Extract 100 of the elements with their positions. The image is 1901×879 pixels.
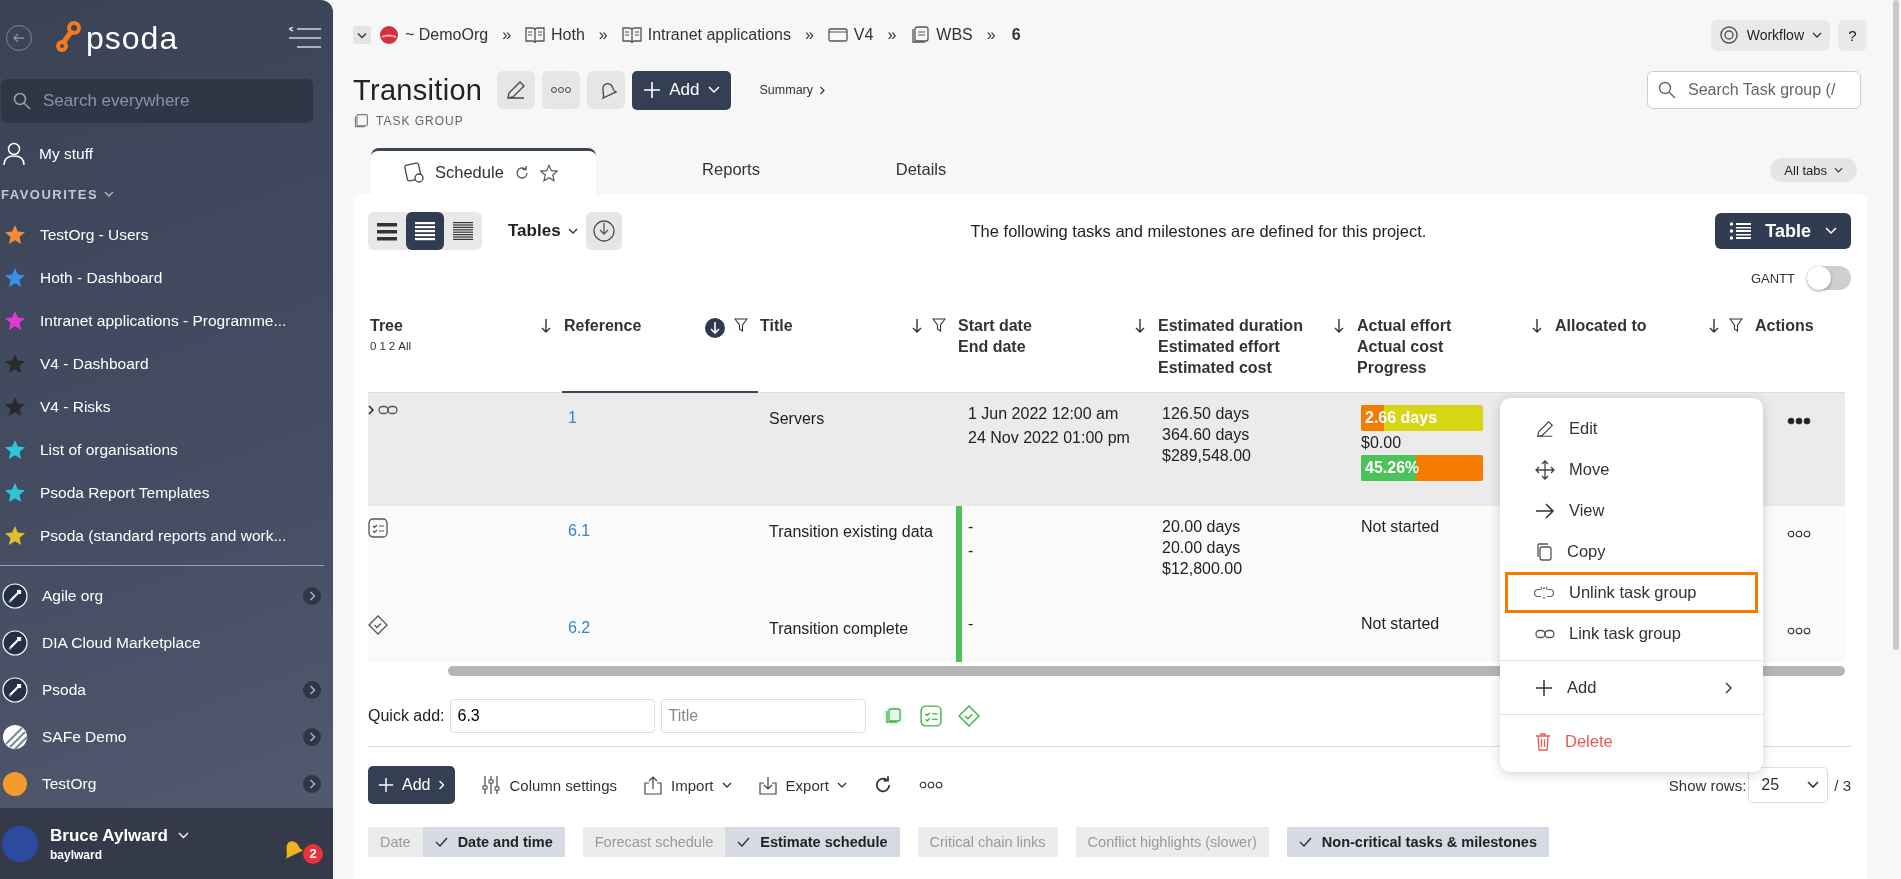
more-icon[interactable] — [1787, 417, 1811, 425]
notify-button[interactable] — [587, 71, 626, 109]
column-header[interactable]: Estimated cost — [1158, 359, 1303, 377]
breadcrumb-link[interactable]: ~ DemoOrg — [405, 26, 489, 44]
search-field[interactable]: Search everywhere — [41, 90, 285, 112]
filter-icon[interactable] — [932, 318, 946, 332]
favourite-link[interactable]: V4 - Risks — [40, 397, 111, 416]
more-button[interactable] — [542, 71, 581, 109]
filter-icon[interactable] — [734, 318, 748, 332]
option-toggle[interactable]: Estimate schedule — [725, 827, 900, 857]
download-button[interactable] — [585, 212, 622, 250]
tree-level-link[interactable]: 1 — [379, 340, 386, 352]
tree-level-link[interactable]: 0 — [370, 340, 377, 352]
download-icon — [757, 775, 778, 795]
menu-item[interactable]: Edit — [1505, 408, 1758, 449]
sort-icon[interactable] — [705, 318, 725, 338]
menu-icon[interactable] — [289, 27, 321, 49]
tab[interactable]: Schedule — [371, 148, 596, 194]
lines-icon — [414, 221, 436, 241]
edit-button[interactable] — [497, 71, 536, 109]
column-header[interactable]: Title — [760, 317, 793, 335]
organisation-link[interactable]: DIA Cloud Marketplace — [42, 633, 201, 652]
column-header[interactable]: End date — [958, 338, 1032, 356]
gantt-toggle[interactable] — [1807, 266, 1851, 290]
menu-item[interactable]: Link task group — [1505, 613, 1758, 654]
tab[interactable]: Details — [826, 148, 1016, 190]
add-button[interactable]: Add — [368, 766, 456, 804]
dropdown-icon[interactable] — [353, 26, 371, 44]
milestone-icon[interactable] — [958, 705, 981, 727]
reference-link[interactable]: 6.1 — [568, 522, 591, 540]
sort-icon[interactable] — [1333, 318, 1345, 334]
checklist-icon[interactable] — [920, 705, 943, 727]
breadcrumb-link[interactable]: WBS — [936, 26, 973, 44]
help-button[interactable]: ? — [1838, 19, 1867, 51]
column-header[interactable]: Actions — [1755, 317, 1814, 335]
density-button[interactable] — [406, 212, 444, 250]
option-toggle[interactable]: Date and time — [422, 827, 565, 857]
sort-icon[interactable] — [1708, 318, 1720, 334]
favourite-link[interactable]: Hoth - Dashboard — [40, 268, 163, 287]
sort-icon[interactable] — [540, 318, 552, 334]
favourites-heading[interactable]: FAVOURITES — [1, 186, 99, 202]
favourite-link[interactable]: List of organisations — [40, 440, 178, 459]
more-icon[interactable] — [1787, 627, 1811, 635]
more-icon[interactable] — [1787, 530, 1811, 538]
column-header[interactable]: Progress — [1357, 359, 1452, 377]
column-header[interactable]: Allocated to — [1555, 317, 1647, 335]
menu-item[interactable]: Add — [1500, 660, 1763, 708]
favourite-link[interactable]: V4 - Dashboard — [40, 354, 149, 373]
reference-field[interactable]: 6.3 — [450, 699, 656, 733]
menu-item[interactable]: Unlink task group — [1505, 572, 1758, 613]
scrollbar[interactable] — [1893, 0, 1899, 650]
title-field[interactable]: Title — [661, 699, 867, 733]
organisation-link[interactable]: TestOrg — [42, 774, 97, 793]
option-toggle[interactable]: Non-critical tasks & milestones — [1286, 827, 1549, 857]
organisation-link[interactable]: Psoda — [42, 680, 86, 699]
task-group-icon — [353, 113, 369, 129]
menu-item[interactable]: Copy — [1505, 531, 1758, 572]
column-header[interactable]: Tree — [370, 317, 411, 335]
column-header[interactable]: Actual cost — [1357, 338, 1452, 356]
import-button[interactable]: Import — [643, 775, 732, 795]
column-header[interactable]: Start date — [958, 317, 1032, 335]
menu-item[interactable]: Delete — [1500, 714, 1763, 762]
favourite-link[interactable]: Psoda (standard reports and work... — [40, 526, 287, 545]
workflow-button[interactable]: Workflow — [1710, 19, 1830, 51]
estimate-text: 20.00 days — [1162, 518, 1242, 536]
search-box[interactable]: Search Task group (/ — [1647, 71, 1861, 109]
sort-icon[interactable] — [1134, 318, 1146, 334]
view-dropdown[interactable]: Table — [1715, 213, 1851, 249]
menu-item[interactable]: Move — [1505, 449, 1758, 490]
column-header[interactable]: Actual effort — [1357, 317, 1452, 335]
tab[interactable]: Reports — [636, 148, 826, 190]
export-button[interactable]: Export — [757, 775, 847, 795]
user-name[interactable]: Bruce Aylward — [50, 825, 168, 846]
sort-icon[interactable] — [1531, 318, 1543, 334]
search-box[interactable]: Search everywhere — [1, 79, 313, 123]
reference-link[interactable]: 6.2 — [568, 619, 591, 637]
more-icon[interactable] — [918, 781, 943, 789]
column-header[interactable]: Reference — [564, 317, 642, 335]
tree-level-link[interactable]: 2 — [388, 340, 396, 352]
organisation-link[interactable]: Agile org — [42, 586, 104, 605]
breadcrumb-link[interactable]: V4 — [853, 26, 874, 44]
favourite-link[interactable]: TestOrg - Users — [40, 225, 149, 244]
breadcrumb-link[interactable]: Intranet applications — [647, 26, 791, 44]
filter-icon[interactable] — [1729, 318, 1743, 332]
organisation-link[interactable]: SAFe Demo — [42, 727, 127, 746]
tables-dropdown[interactable]: Tables — [508, 221, 578, 241]
summary-link[interactable]: Summary — [759, 83, 826, 97]
column-settings-button[interactable]: Column settings — [481, 775, 618, 795]
favourite-link[interactable]: Psoda Report Templates — [40, 483, 210, 502]
column-header[interactable]: Estimated effort — [1158, 338, 1303, 356]
my-stuff-link[interactable]: My stuff — [39, 145, 93, 163]
chevron-right-icon[interactable] — [368, 405, 374, 415]
sort-icon[interactable] — [911, 318, 923, 334]
add-button[interactable]: Add — [632, 70, 731, 110]
search-field[interactable]: Search Task group (/ — [1686, 80, 1850, 100]
all-tabs-button[interactable]: All tabs — [1770, 158, 1857, 182]
breadcrumb-link[interactable]: Hoth — [551, 26, 585, 44]
tree-level-link[interactable]: All — [398, 340, 411, 352]
column-header[interactable]: Estimated duration — [1158, 317, 1303, 335]
favourite-link[interactable]: Intranet applications - Programme... — [40, 311, 287, 330]
